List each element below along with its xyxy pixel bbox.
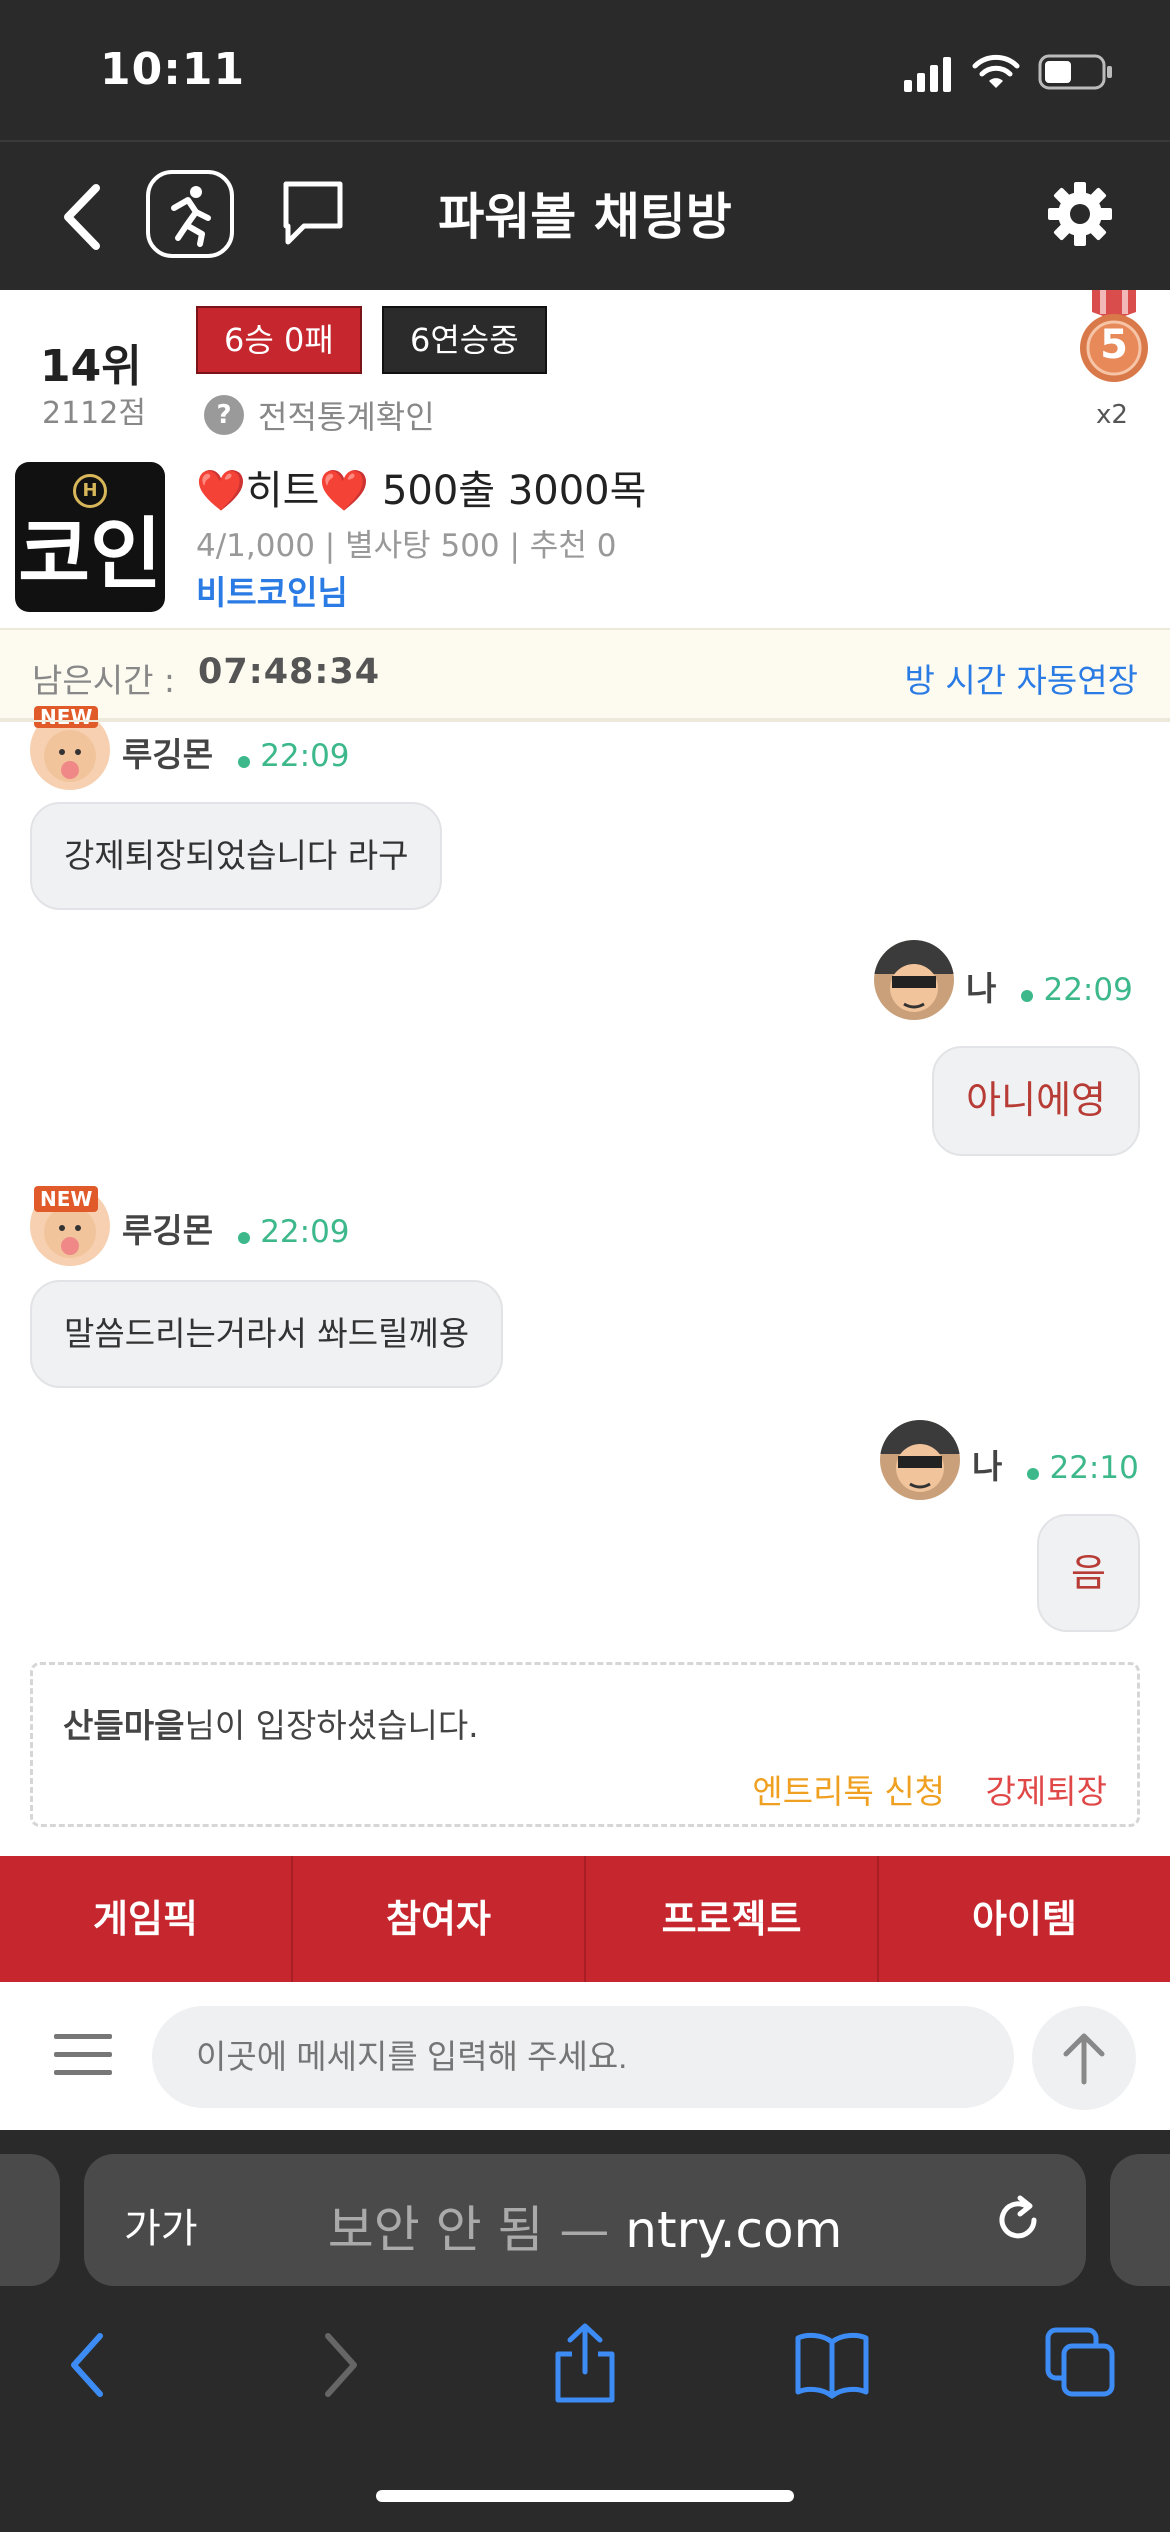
timer-value: 07:48:34 <box>198 652 381 692</box>
room-info: 4/1,000 | 별사탕 500 | 추천 0 <box>196 528 617 564</box>
running-man-icon <box>171 186 211 247</box>
username: 루깅몬 <box>122 1211 214 1250</box>
message-bubble: 말씀드리는거라서 쏴드릴께용 <box>30 1280 504 1388</box>
score: 2112점 <box>42 396 146 431</box>
divider <box>0 720 1170 722</box>
menu-icon[interactable] <box>54 2032 112 2078</box>
back-icon[interactable] <box>62 2330 112 2400</box>
rank: 14위 <box>40 341 142 392</box>
url-bar[interactable]: 가가 보안 안 됨 — ntry.com <box>84 2154 1086 2286</box>
online-dot <box>1027 1467 1040 1480</box>
heart-icon: ❤️ <box>196 468 246 514</box>
timestamp: 22:09 <box>260 1214 350 1250</box>
message-bubble-mine: 음 <box>1037 1514 1140 1632</box>
notice-text: 산들마을님이 입장하셨습니다. <box>63 1706 479 1745</box>
share-icon[interactable] <box>550 2320 620 2404</box>
wins-badge: 6승 0패 <box>196 306 362 374</box>
tab-game-pick[interactable]: 게임픽 <box>0 1856 293 1982</box>
chat-bubble-icon[interactable] <box>278 178 348 250</box>
wifi-icon <box>972 54 1020 88</box>
tab-items[interactable]: 아이템 <box>879 1856 1170 1982</box>
streak-badge: 6연승중 <box>382 306 547 374</box>
clock: 10:11 <box>100 44 246 95</box>
username: 나 <box>972 1447 1003 1486</box>
timestamp: 22:09 <box>260 738 350 774</box>
game-button[interactable] <box>146 170 234 258</box>
message-header: 루깅몬 22:09 <box>122 728 350 776</box>
logo-text: 코인 <box>18 510 162 600</box>
message-header: 나 22:10 <box>972 1440 1139 1488</box>
message-header: 나 22:09 <box>966 962 1133 1010</box>
input-bar <box>0 1982 1170 2130</box>
message-header: 루깅몬 22:09 <box>122 1204 350 1252</box>
signal-icon <box>904 57 951 92</box>
timer-bar: 남은시간 : 07:48:34 방 시간 자동연장 <box>0 628 1170 720</box>
back-icon[interactable] <box>56 180 106 254</box>
forward-icon[interactable] <box>316 2330 366 2400</box>
stats-link[interactable]: ? 전적통계확인 <box>204 392 435 438</box>
room-name: ❤️히트❤️ 500출 3000목 <box>196 468 647 514</box>
medal-level: 5 <box>1100 322 1128 368</box>
message-bubble: 강제퇴장되었습니다 라구 <box>30 802 443 910</box>
send-button[interactable] <box>1032 2006 1136 2110</box>
room-host[interactable]: 비트코인님 <box>196 566 348 614</box>
status-bar: 10:11 <box>0 0 1170 140</box>
notice-user[interactable]: 산들마을 <box>63 1706 184 1745</box>
timestamp: 22:09 <box>1043 972 1133 1008</box>
message-bubble-mine: 아니에영 <box>932 1046 1140 1156</box>
timer-label: 남은시간 : <box>32 661 176 700</box>
message-input[interactable] <box>152 2006 1014 2108</box>
medal-multiplier: x2 <box>1096 400 1128 430</box>
new-badge: NEW <box>34 706 99 728</box>
online-dot <box>238 1231 251 1244</box>
next-tab-preview[interactable] <box>1110 2154 1170 2286</box>
home-indicator <box>376 2490 794 2502</box>
entry-talk-link[interactable]: 엔트리톡 신청 <box>752 1772 945 1811</box>
nav-bar: 파워볼 채팅방 <box>0 140 1170 290</box>
avatar[interactable] <box>874 940 954 1020</box>
tab-project[interactable]: 프로젝트 <box>586 1856 879 1982</box>
online-dot <box>238 755 251 768</box>
timestamp: 22:10 <box>1049 1450 1139 1486</box>
tabs-icon[interactable] <box>1044 2326 1116 2398</box>
arrow-up-icon <box>1063 2033 1105 2085</box>
heart-icon: ❤️ <box>319 468 370 514</box>
username: 루깅몬 <box>122 735 214 774</box>
battery-icon <box>1038 54 1112 90</box>
online-dot <box>1021 989 1034 1002</box>
prev-tab-preview[interactable] <box>0 2154 60 2286</box>
kick-link[interactable]: 강제퇴장 <box>986 1772 1107 1811</box>
auto-extend-link[interactable]: 방 시간 자동연장 <box>905 654 1139 702</box>
my-avatar-icon <box>874 940 954 1012</box>
room-logo: H 코인 <box>15 462 165 612</box>
medal: 5 <box>1078 290 1150 390</box>
reload-icon[interactable] <box>990 2192 1046 2248</box>
avatar[interactable] <box>880 1420 960 1500</box>
new-badge: NEW <box>34 1186 99 1212</box>
system-notice: 산들마을님이 입장하셨습니다. 엔트리톡 신청 강제퇴장 <box>30 1662 1140 1827</box>
username: 나 <box>966 969 997 1008</box>
my-avatar-icon <box>880 1420 960 1492</box>
stats-link-label: 전적통계확인 <box>258 398 435 436</box>
notice-actions: 엔트리톡 신청 강제퇴장 <box>752 1765 1107 1813</box>
gear-icon[interactable] <box>1046 180 1114 248</box>
bookmarks-icon[interactable] <box>794 2330 870 2400</box>
question-icon: ? <box>204 395 244 435</box>
browser-toolbar: 가가 보안 안 됨 — ntry.com <box>0 2130 1170 2532</box>
bottom-tabs: 게임픽 참여자 프로젝트 아이템 <box>0 1856 1170 1982</box>
url-text: 보안 안 됨 — ntry.com <box>327 2201 843 2259</box>
tab-participants[interactable]: 참여자 <box>293 1856 586 1982</box>
